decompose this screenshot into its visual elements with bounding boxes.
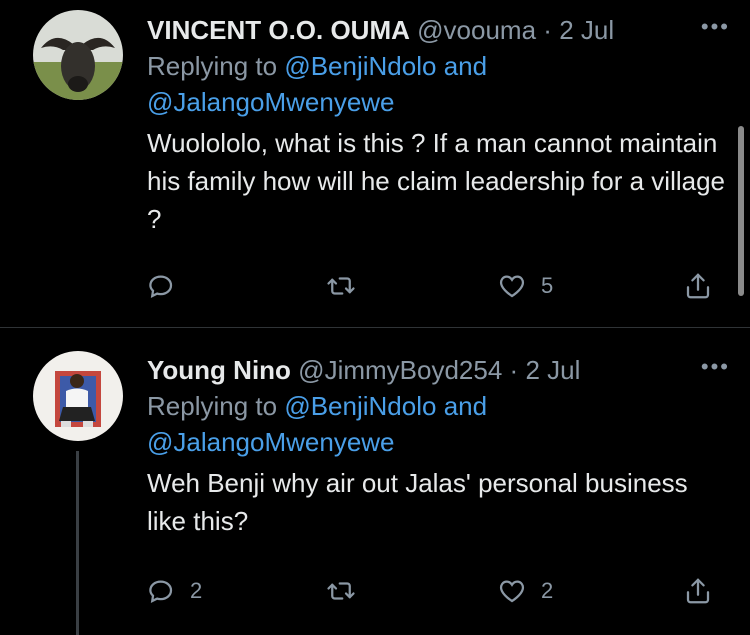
tweet-header: Young Nino @JimmyBoyd254 · 2 Jul ••• xyxy=(147,352,730,388)
user-handle[interactable]: @JimmyBoyd254 xyxy=(298,355,502,385)
display-name[interactable]: Young Nino xyxy=(147,355,291,385)
replying-to-line2: @JalangoMwenyewe xyxy=(147,84,730,120)
like-icon xyxy=(499,275,525,298)
tweet-text: Wuolololo, what is this ? If a man canno… xyxy=(147,128,726,234)
tweet-header: VINCENT O.O. OUMA @voouma · 2 Jul ••• xyxy=(147,12,730,48)
mention-connector[interactable]: and xyxy=(444,391,487,421)
reply-icon xyxy=(149,275,173,298)
retweet-button[interactable] xyxy=(326,266,370,306)
display-name[interactable]: VINCENT O.O. OUMA xyxy=(147,15,410,45)
retweet-icon xyxy=(327,277,355,295)
avatar[interactable] xyxy=(33,351,123,441)
replying-prefix: Replying to xyxy=(147,391,278,421)
mention-link[interactable]: @BenjiNdolo xyxy=(284,51,436,81)
like-count: 2 xyxy=(541,578,554,603)
tweet-text: Weh Benji why air out Jalas' personal bu… xyxy=(147,468,688,536)
reply-button[interactable] xyxy=(146,266,190,306)
tweet-date[interactable]: 2 Jul xyxy=(525,355,580,385)
like-button[interactable]: 2 xyxy=(497,571,553,611)
mention-link[interactable]: @JalangoMwenyewe xyxy=(147,87,395,117)
scrollbar[interactable] xyxy=(738,126,744,296)
tweet-actions: 2 2 xyxy=(0,571,750,611)
mention-connector[interactable]: and xyxy=(444,51,487,81)
replying-to-line2: @JalangoMwenyewe xyxy=(147,424,730,460)
replying-to: Replying to @BenjiNdolo and xyxy=(147,48,730,84)
tweet-2[interactable]: Young Nino @JimmyBoyd254 · 2 Jul ••• Rep… xyxy=(0,328,750,635)
mention-link[interactable]: @JalangoMwenyewe xyxy=(147,427,395,457)
like-button[interactable]: 5 xyxy=(497,266,553,306)
person-avatar-image xyxy=(33,351,123,441)
replying-to: Replying to @BenjiNdolo and xyxy=(147,388,730,424)
share-icon xyxy=(686,273,710,299)
mention-link[interactable]: @BenjiNdolo xyxy=(284,391,436,421)
tweet-actions: 5 xyxy=(0,266,750,306)
separator-dot: · xyxy=(543,15,552,45)
buffalo-avatar-image xyxy=(33,10,123,100)
tweet-1[interactable]: VINCENT O.O. OUMA @voouma · 2 Jul ••• Re… xyxy=(0,0,750,328)
share-button[interactable] xyxy=(683,266,713,306)
more-icon[interactable]: ••• xyxy=(682,352,730,388)
thread-connector-line xyxy=(76,451,79,635)
reply-count: 2 xyxy=(190,578,203,603)
like-icon xyxy=(499,580,525,603)
replying-prefix: Replying to xyxy=(147,51,278,81)
tweet-date[interactable]: 2 Jul xyxy=(559,15,614,45)
more-icon[interactable]: ••• xyxy=(682,12,730,48)
share-icon xyxy=(686,578,710,604)
reply-icon xyxy=(149,580,173,603)
retweet-button[interactable] xyxy=(326,571,370,611)
reply-button[interactable]: 2 xyxy=(146,571,202,611)
avatar[interactable] xyxy=(33,10,123,100)
user-handle[interactable]: @voouma xyxy=(417,15,536,45)
like-count: 5 xyxy=(541,273,554,298)
retweet-icon xyxy=(327,582,355,600)
share-button[interactable] xyxy=(683,571,713,611)
separator-dot: · xyxy=(509,355,519,385)
